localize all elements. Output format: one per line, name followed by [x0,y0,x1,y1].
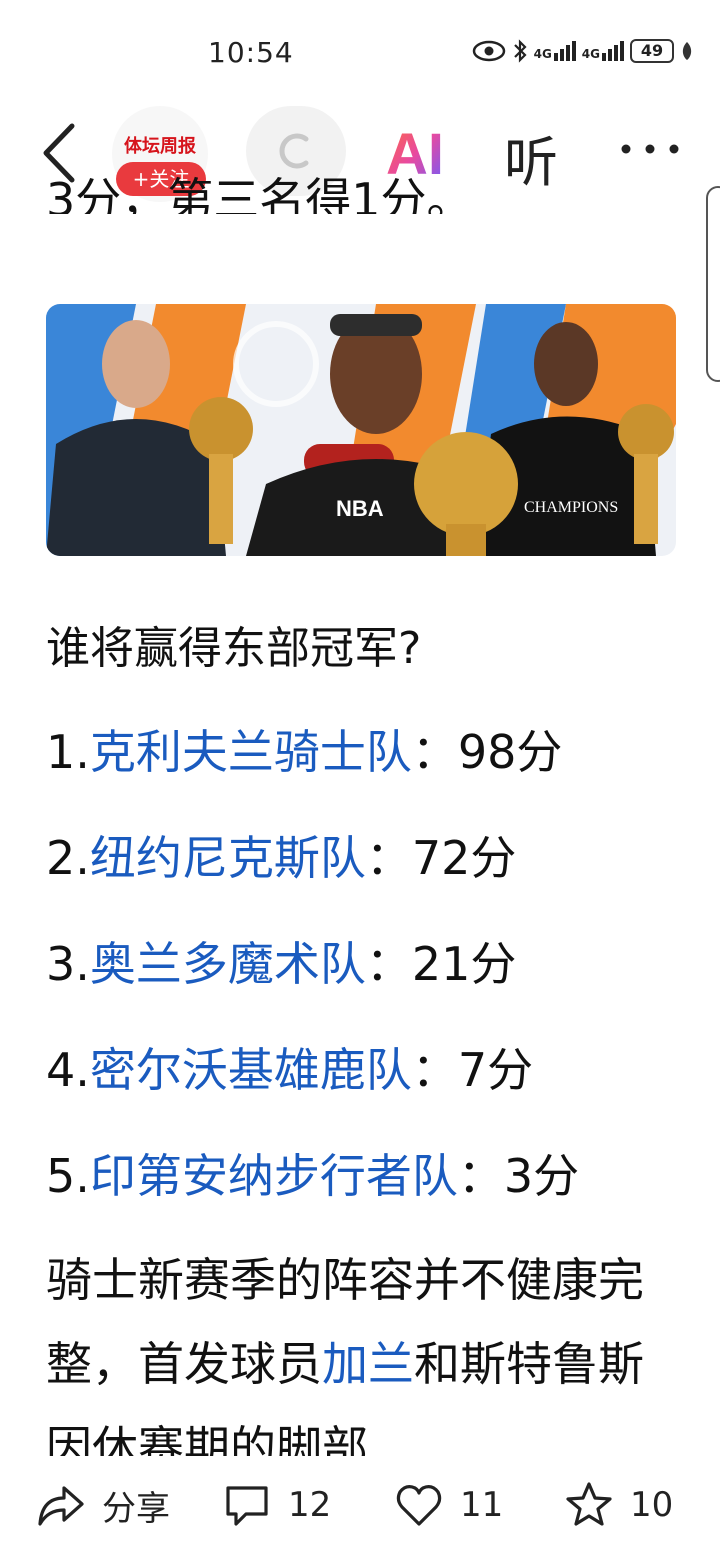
team-link[interactable]: 印第安纳步行者队 [90,1149,458,1203]
ranking-item: 3.奥兰多魔术队：21分 [46,928,579,1034]
heart-icon [396,1485,442,1526]
share-button[interactable]: 分享 [36,1480,170,1530]
ranking-item: 4.密尔沃基雄鹿队：7分 [46,1034,579,1140]
status-time: 10:54 [208,36,294,69]
ranking-list: 1.克利夫兰骑士队：98分 2.纽约尼克斯队：72分 3.奥兰多魔术队：21分 … [46,716,579,1246]
section-question: 谁将赢得东部冠军? [46,623,422,674]
bluetooth-icon [513,39,527,63]
status-bar: 10:54 4G 4G 49 [0,0,720,100]
comment-icon [226,1486,268,1526]
favorite-count: 10 [630,1485,674,1525]
battery-indicator: 49 [630,39,674,63]
ranking-item: 1.克利夫兰骑士队：98分 [46,716,579,822]
rank-number: 2. [46,831,90,885]
signal-1-icon: 4G [534,41,576,61]
ranking-item: 5.印第安纳步行者队：3分 [46,1140,579,1246]
team-score: ：3分 [457,1149,580,1203]
team-score: ：7分 [411,1043,534,1097]
player-link[interactable]: 加兰 [322,1337,414,1391]
leaf-icon [682,42,692,60]
scroll-handle[interactable] [706,186,720,382]
team-link[interactable]: 纽约尼克斯队 [90,831,366,885]
listen-button[interactable]: 听 [504,118,558,197]
bottom-action-bar: 分享 12 11 10 [0,1460,720,1560]
share-label: 分享 [102,1488,170,1529]
article-hero-image[interactable]: NBA CHAMPIONS [46,304,676,556]
network-type-1: 4G [533,47,552,61]
rank-number: 1. [46,725,90,779]
rank-number: 5. [46,1149,90,1203]
svg-text:NBA: NBA [336,496,384,521]
rank-number: 4. [46,1043,90,1097]
status-icons: 4G 4G 49 [472,38,694,64]
article-partial-line: 3分，第三名得1分。 [46,173,473,214]
rank-number: 3. [46,937,90,991]
team-score: ：72分 [365,831,517,885]
more-button[interactable] [618,134,682,164]
hero-illustration: NBA CHAMPIONS [46,304,676,556]
comment-count: 12 [288,1485,332,1525]
team-score: ：98分 [411,725,563,779]
eye-icon [472,40,505,62]
article-paragraph: 骑士新赛季的阵容并不健康完整，首发球员加兰和斯特鲁斯因休赛期的脚部 [46,1238,666,1456]
signal-2-icon: 4G [582,41,624,61]
like-button[interactable]: 11 [394,1480,503,1530]
team-link[interactable]: 奥兰多魔术队 [90,937,366,991]
network-type-2: 4G [581,47,600,61]
share-icon [38,1486,84,1526]
loading-spinner-icon [279,133,309,169]
favorite-button[interactable]: 10 [564,1480,673,1530]
team-link[interactable]: 密尔沃基雄鹿队 [90,1043,412,1097]
team-score: ：21分 [365,937,517,991]
source-name: 体坛周报 [124,136,196,157]
ranking-item: 2.纽约尼克斯队：72分 [46,822,579,928]
svg-text:CHAMPIONS: CHAMPIONS [524,499,618,516]
team-link[interactable]: 克利夫兰骑士队 [90,725,412,779]
more-dots-icon [621,144,679,154]
like-count: 11 [460,1485,504,1525]
comment-button[interactable]: 12 [222,1480,331,1530]
star-icon [566,1482,612,1526]
